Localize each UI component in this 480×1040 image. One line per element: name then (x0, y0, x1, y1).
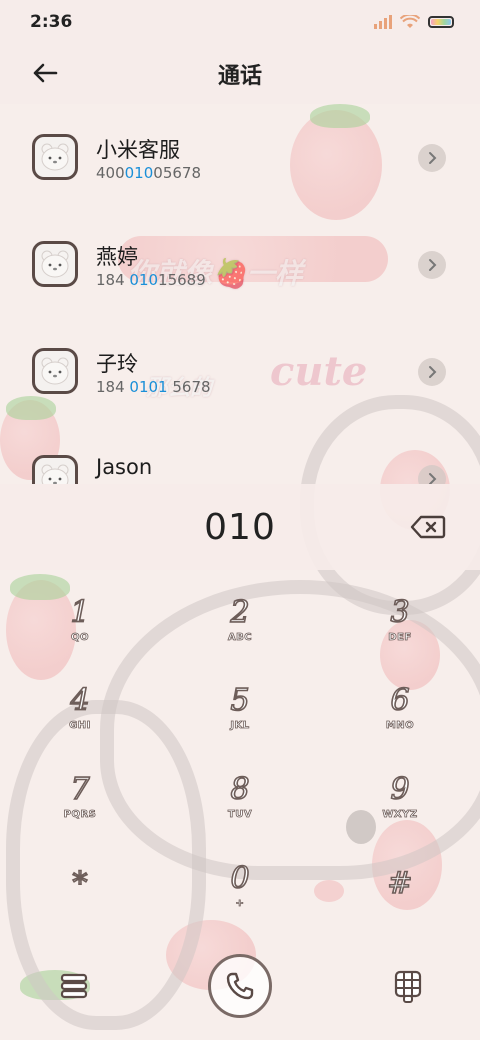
backspace-button[interactable] (410, 514, 446, 540)
list-item[interactable]: 子玲 184 0101 5678 (0, 318, 480, 424)
contact-number: 184 0101 5678 (96, 378, 211, 396)
page-title: 通话 (217, 64, 262, 89)
key-1[interactable]: 1 QO (20, 580, 140, 660)
key-0[interactable]: 0 + (180, 846, 300, 926)
menu-icon (60, 973, 88, 999)
key-letters: DEF (388, 631, 412, 643)
key-digit: 3 (390, 594, 411, 630)
key-digit: 1 (70, 594, 91, 630)
dialpad-icon (394, 970, 422, 1003)
avatar (32, 455, 78, 484)
status-icons (374, 15, 454, 29)
avatar (32, 241, 78, 287)
backspace-icon (410, 515, 446, 539)
key-9[interactable]: 9 WXYZ (340, 757, 460, 837)
key-4[interactable]: 4 GHI (20, 668, 140, 748)
avatar (32, 348, 78, 394)
chevron-right-icon (429, 473, 437, 484)
status-time: 2:36 (30, 12, 73, 32)
signal-icon (374, 15, 392, 29)
status-bar: 2:36 (0, 0, 480, 44)
contact-number: 40001005678 (96, 164, 201, 182)
avatar (32, 134, 78, 180)
contact-detail-button[interactable] (418, 251, 446, 279)
key-8[interactable]: 8 TUV (180, 757, 300, 837)
key-3[interactable]: 3 DEF (340, 580, 460, 660)
list-item[interactable]: 燕婷 184 01015689 (0, 211, 480, 317)
back-button[interactable] (28, 56, 62, 90)
list-item[interactable]: 小米客服 40001005678 (0, 104, 480, 210)
key-letters: ABC (227, 631, 253, 643)
key-digit: 7 (70, 771, 91, 807)
contact-name: 小米客服 (96, 138, 180, 162)
chevron-right-icon (429, 366, 437, 378)
contact-detail-button[interactable] (418, 358, 446, 386)
dial-display: 010 (0, 484, 480, 570)
key-6[interactable]: 6 MNO (340, 668, 460, 748)
key-letters: TUV (227, 808, 253, 820)
contact-detail-button[interactable] (418, 465, 446, 484)
phone-icon (226, 972, 254, 1000)
contact-number: 184 01015689 (96, 271, 206, 289)
wifi-icon (400, 15, 420, 28)
arrow-left-icon (33, 63, 58, 83)
key-digit: * (72, 866, 89, 901)
bear-avatar-icon (41, 357, 69, 385)
key-letters: + (235, 897, 245, 909)
key-letters: QO (70, 631, 89, 643)
dialed-number: 010 (204, 506, 276, 548)
key-hash[interactable]: # (340, 846, 460, 926)
header: 通话 (0, 44, 480, 104)
key-digit: 2 (230, 594, 251, 630)
key-digit: 6 (390, 682, 411, 718)
chevron-right-icon (429, 152, 437, 164)
key-letters: MNO (385, 719, 415, 731)
contact-name: 燕婷 (96, 245, 138, 269)
call-button[interactable] (208, 954, 272, 1018)
key-digit: 4 (70, 682, 91, 718)
chevron-right-icon (429, 259, 437, 271)
key-7[interactable]: 7 PQRS (20, 757, 140, 837)
key-digit: 5 (230, 682, 251, 718)
contact-detail-button[interactable] (418, 144, 446, 172)
key-letters: PQRS (63, 808, 97, 820)
keypad: 1 QO 2 ABC 3 DEF 4 GHI 5 JKL 6 MNO 7 PQR… (0, 576, 480, 936)
bottom-bar (0, 944, 480, 1040)
key-5[interactable]: 5 JKL (180, 668, 300, 748)
key-star[interactable]: * (20, 846, 140, 926)
contact-name: Jason (96, 455, 153, 479)
key-digit: # (387, 866, 414, 901)
key-letters: WXYZ (382, 808, 418, 820)
list-item[interactable]: Jason (0, 425, 480, 484)
contact-list: 小米客服 40001005678 燕婷 184 01015689 子玲 184 … (0, 104, 480, 484)
key-2[interactable]: 2 ABC (180, 580, 300, 660)
bear-avatar-icon (41, 143, 69, 171)
bear-avatar-icon (41, 250, 69, 278)
key-letters: JKL (230, 719, 250, 731)
key-digit: 9 (390, 771, 411, 807)
keypad-toggle-button[interactable] (394, 970, 422, 1004)
contact-name: 子玲 (96, 352, 138, 376)
battery-icon (428, 16, 454, 28)
key-digit: 8 (230, 771, 251, 807)
key-letters: GHI (69, 719, 91, 731)
key-digit: 0 (230, 860, 251, 896)
bear-avatar-icon (41, 464, 69, 484)
menu-button[interactable] (58, 970, 90, 1002)
